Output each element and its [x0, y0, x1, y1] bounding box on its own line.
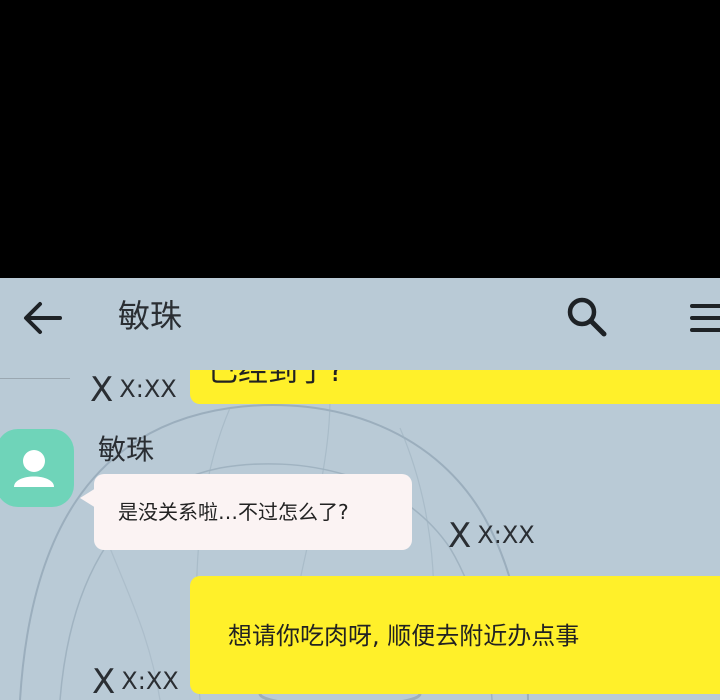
person-icon [14, 450, 54, 487]
outgoing-message-bubble[interactable]: 已经到了? [190, 370, 720, 404]
back-button[interactable] [20, 296, 66, 340]
message-timestamp: X X:XX [90, 370, 177, 410]
message-timestamp: X X:XX [448, 516, 535, 556]
message-timestamp: X X:XX [92, 662, 179, 700]
back-arrow-icon [24, 302, 62, 334]
search-button[interactable] [562, 292, 612, 342]
message-text: 是没关系啦…不过怎么了? [118, 500, 349, 524]
outgoing-message-bubble[interactable]: 想请你吃肉呀, 顺便去附近办点事 [190, 576, 720, 694]
incoming-message-bubble[interactable]: 是没关系啦…不过怎么了? [80, 474, 412, 550]
menu-button[interactable] [686, 296, 720, 340]
chat-screen: 敏珠 已经到了? X X:XX 敏珠 是没关系啦…不过怎么了? X X:XX 想… [0, 278, 720, 700]
divider [0, 378, 70, 379]
sender-name: 敏珠 [98, 433, 155, 466]
menu-icon [690, 304, 720, 332]
message-text: 想请你吃肉呀, 顺便去附近办点事 [228, 622, 580, 650]
message-text: 已经到了? [208, 370, 344, 389]
contact-avatar[interactable] [0, 429, 74, 507]
black-letterbox [0, 0, 720, 278]
chat-title: 敏珠 [118, 297, 183, 335]
search-icon [567, 297, 607, 337]
chat-header: 敏珠 [0, 278, 720, 358]
bubble-tail [80, 488, 96, 508]
